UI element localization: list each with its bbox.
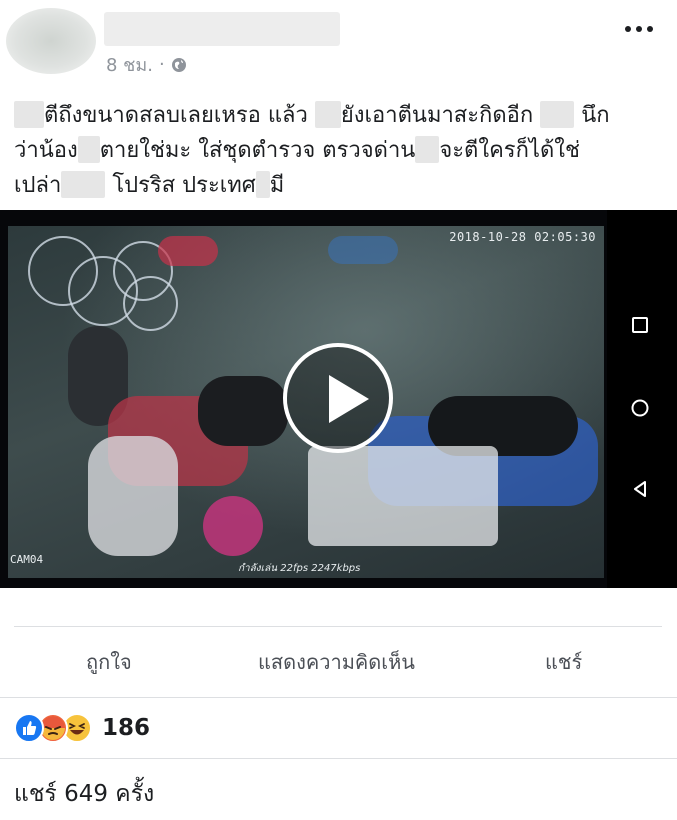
- redacted-text: [415, 136, 440, 163]
- redacted-text: [14, 101, 44, 128]
- like-button[interactable]: ถูกใจ: [86, 638, 132, 686]
- share-count[interactable]: แชร์ 649 ครั้ง: [14, 776, 154, 812]
- post-text-segment: โปรริส ประเทศ: [112, 173, 256, 198]
- divider: [14, 626, 662, 627]
- square-recent-icon[interactable]: [625, 310, 655, 340]
- divider: [0, 697, 677, 698]
- post-meta: 8 ชม. ·: [106, 50, 187, 79]
- share-button[interactable]: แชร์: [545, 638, 582, 686]
- camera-label: CAM04: [10, 553, 44, 566]
- more-options-icon[interactable]: [625, 26, 653, 32]
- comment-button[interactable]: แสดงความคิดเห็น: [258, 638, 415, 686]
- post-text-segment: ตายใช่มะ ใส่ชุดตำรวจ ตรวจด่าน: [99, 138, 416, 163]
- redacted-text: [314, 101, 341, 128]
- author-name-redacted[interactable]: [104, 12, 340, 46]
- avatar[interactable]: [6, 8, 96, 74]
- play-icon[interactable]: [283, 343, 393, 453]
- post-text-segment: นึก: [581, 103, 610, 128]
- video-player[interactable]: 2018-10-28 02:05:30 CAM04 กำลังเล่น 22fp…: [0, 210, 677, 588]
- post-text-segment: ตีถึงขนาดสลบเลยเหรอ แล้ว: [44, 103, 308, 128]
- video-timestamp: 2018-10-28 02:05:30: [449, 230, 596, 244]
- redacted-text: [77, 136, 100, 163]
- meta-separator: ·: [158, 54, 165, 75]
- post-text: ตีถึงขนาดสลบเลยเหรอ แล้ว ยังเอาตีนมาสะกิ…: [14, 98, 664, 203]
- stream-info: กำลังเล่น 22fps 2247kbps: [238, 563, 361, 574]
- reaction-count: 186: [102, 715, 151, 741]
- like-reaction-icon: [14, 713, 44, 743]
- circle-home-icon[interactable]: [625, 393, 655, 423]
- triangle-back-icon[interactable]: [625, 474, 655, 504]
- redacted-text: [255, 171, 270, 198]
- globe-icon[interactable]: [171, 57, 187, 73]
- post-header: 8 ชม. ·: [0, 0, 677, 82]
- redacted-text: [61, 171, 106, 198]
- post-time[interactable]: 8 ชม.: [106, 50, 153, 79]
- divider: [0, 758, 677, 759]
- post-text-segment: ว่าน้อง: [14, 138, 78, 163]
- post-text-segment: เปล่า: [14, 173, 62, 198]
- post-actions-bar: ถูกใจ แสดงความคิดเห็น แชร์: [0, 638, 677, 686]
- reactions-summary[interactable]: 186: [14, 712, 150, 744]
- redacted-text: [540, 101, 575, 128]
- post-text-segment: จะตีใครก็ได้ใช่: [439, 138, 580, 163]
- post-text-segment: ยังเอาตีนมาสะกิดอีก: [340, 103, 534, 128]
- post-text-segment: มี: [269, 173, 285, 198]
- phone-navigation-bar: [607, 210, 677, 588]
